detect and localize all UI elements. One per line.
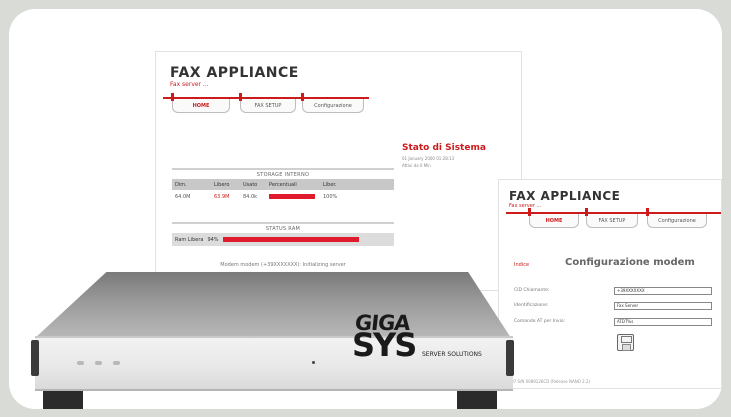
tab-label: Configurazione <box>314 102 352 109</box>
ram-label: Ram Libera <box>175 236 204 243</box>
tab-fax-setup[interactable]: FAX SETUP <box>585 208 638 228</box>
modem-config-screenshot: FAX APPLIANCE Fax server ... HOME FAX SE… <box>498 179 722 389</box>
app-subtitle: Fax server ... <box>170 81 209 88</box>
tab-home[interactable]: HOME <box>171 93 230 113</box>
system-date: 01 January 2000 01:28:13 <box>402 156 455 161</box>
tab-notch <box>301 93 304 101</box>
storage-usage-bar <box>269 194 315 199</box>
tab-configurazione[interactable]: Configurazione <box>646 208 707 228</box>
appliance-right-cap <box>506 340 514 376</box>
tab-configurazione[interactable]: Configurazione <box>301 93 364 113</box>
cid-input[interactable]: +39XXXXXXX <box>614 286 712 295</box>
ram-heading: STATUS RAM <box>172 222 394 233</box>
usage-bar-cell <box>266 194 320 199</box>
column-header: Libero <box>214 181 230 188</box>
status-led <box>77 361 84 365</box>
cid-row: CID Chiamante: +39XXXXXXX <box>514 286 714 295</box>
status-led <box>95 361 102 365</box>
product-card: FAX APPLIANCE Fax server ... HOME FAX SE… <box>9 9 722 409</box>
tab-notch <box>585 208 588 216</box>
identification-input[interactable]: Fax Server <box>614 301 712 310</box>
index-link[interactable]: Indice <box>514 262 529 268</box>
gigasys-logo-bottom: SYS <box>352 326 417 364</box>
field-label: CID Chiamante: <box>514 288 550 293</box>
tab-label: FAX SETUP <box>598 217 626 224</box>
field-label: Comando AT per Invio: <box>514 319 566 324</box>
at-command-input[interactable]: ATDT%s <box>614 317 712 326</box>
column-header: Dim. <box>175 181 187 188</box>
ram-bar-fill <box>222 237 359 242</box>
save-floppy-icon[interactable] <box>617 334 634 351</box>
column-header: Percentuali <box>269 181 297 188</box>
tab-home[interactable]: HOME <box>528 208 579 228</box>
page-title: Configurazione modem <box>565 257 695 268</box>
app-subtitle: Fax server ... <box>509 203 542 209</box>
power-dot <box>312 361 315 364</box>
appliance-right-foot <box>457 391 497 409</box>
appliance-left-cap <box>31 340 39 376</box>
ram-pct: 94% <box>207 236 219 243</box>
storage-panel: STORAGE INTERNO Dim. Libero Usato Percen… <box>172 168 394 203</box>
storage-heading: STORAGE INTERNO <box>172 168 394 179</box>
home-page-screenshot: FAX APPLIANCE Fax server ... HOME FAX SE… <box>155 51 522 291</box>
ram-bar <box>222 237 368 242</box>
used-value: 84.0k <box>243 193 258 200</box>
identification-row: Identificazione: Fax Server <box>514 301 714 310</box>
footer-text: 2007 S/N 0089126CD (Release NANO 2.2) <box>506 379 591 384</box>
storage-values: 64.0M 63.9M 84.0k 100% <box>172 190 394 203</box>
modem-status: Modem modem (+39XXXXXXX): Initializing s… <box>220 262 346 268</box>
tab-label: Configurazione <box>658 217 696 224</box>
tab-fax-setup[interactable]: FAX SETUP <box>239 93 296 113</box>
app-title: FAX APPLIANCE <box>170 65 299 81</box>
logo-tagline: SERVER SOLUTIONS <box>422 351 482 358</box>
column-header: Liber. <box>323 181 337 188</box>
storage-columns: Dim. Libero Usato Percentuali Liber. <box>172 179 394 190</box>
field-label: Identificazione: <box>514 303 549 308</box>
system-status-title: Stato di Sistema <box>402 143 486 153</box>
storage-bar-fill <box>269 194 315 199</box>
column-header: Usato <box>243 181 258 188</box>
tab-label: HOME <box>192 102 210 109</box>
status-led <box>113 361 120 365</box>
at-command-row: Comando AT per Invio: ATDT%s <box>514 317 714 326</box>
system-uptime: Attivi da 0 Min <box>402 163 431 168</box>
free-pct-value: 100% <box>323 193 338 200</box>
tab-notch <box>646 208 649 216</box>
appliance-top <box>35 272 511 338</box>
dim-value: 64.0M <box>175 193 191 200</box>
tab-notch <box>528 208 531 216</box>
app-title: FAX APPLIANCE <box>509 189 621 203</box>
tab-label: FAX SETUP <box>254 102 282 109</box>
free-value: 63.9M <box>214 193 230 200</box>
tab-notch <box>239 93 242 101</box>
tab-notch <box>171 93 174 101</box>
appliance-front <box>35 338 513 391</box>
appliance-left-foot <box>43 391 83 409</box>
ram-panel: STATUS RAM Ram Libera 94% <box>172 222 394 246</box>
tab-label: HOME <box>545 217 563 224</box>
ram-row: Ram Libera 94% <box>172 233 394 246</box>
